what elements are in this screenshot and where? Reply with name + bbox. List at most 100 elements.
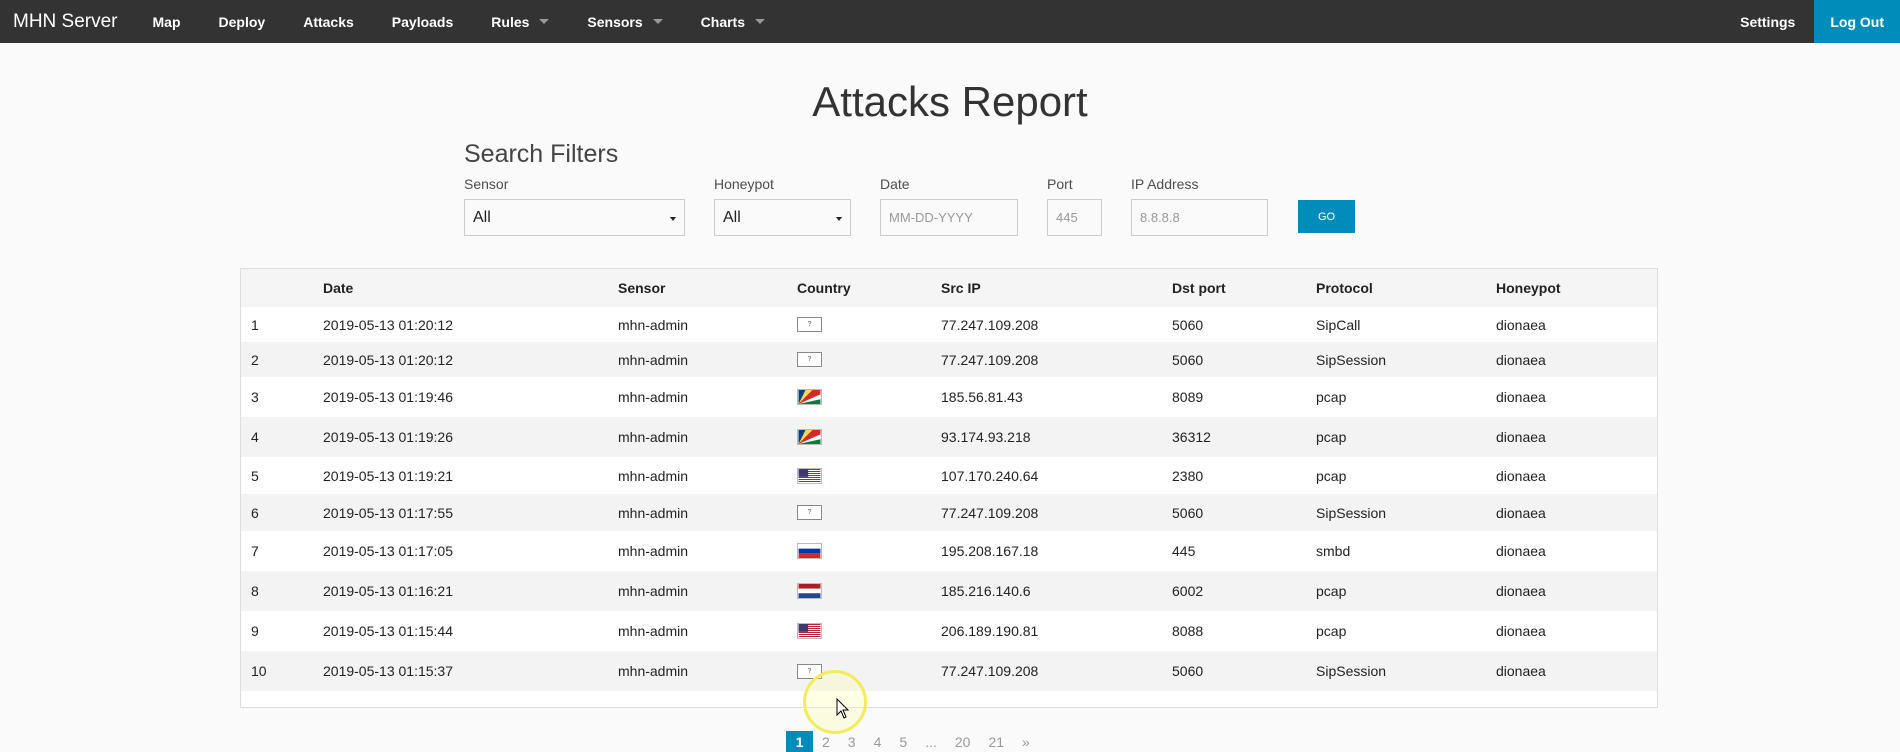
netherlands-flag-icon [797,583,822,599]
cell-country [797,417,822,457]
table-row[interactable]: 6 2019-05-13 01:17:55 mhn-admin? 77.247.109… [241,494,1657,531]
cell-row-number: 2 [251,351,259,368]
cursor-highlight [803,670,867,734]
cell-src-ip[interactable]: 77.247.109.208 [941,307,1038,342]
cell-src-ip[interactable]: 185.216.140.6 [941,571,1031,611]
cell-country [797,457,822,494]
cell-sensor: mhn-admin [618,623,689,639]
cell-honeypot: dionaea [1496,389,1546,405]
logout-button[interactable]: Log Out [1814,0,1900,43]
cell-src-ip[interactable]: 77.247.109.208 [941,651,1038,691]
table-row[interactable]: 3 2019-05-13 01:19:46 mhn-admin 185.56.81.4… [241,377,1657,417]
header-src-ip[interactable]: Src IP [941,269,981,307]
cell-dst-port: 36312 [1172,429,1211,445]
cell-protocol: SipCall [1316,316,1361,333]
page-button-4[interactable]: 4 [865,731,891,752]
page-button-3[interactable]: 3 [839,731,865,752]
ip-input[interactable]: 8.8.8.8 [1131,199,1268,236]
brand-logo[interactable]: MHN Server [0,0,134,43]
cell-date: 2019-05-13 01:15:44 [323,623,453,639]
cell-sensor: mhn-admin [618,663,689,679]
go-button[interactable]: GO [1298,200,1355,233]
table-row[interactable]: 2 2019-05-13 01:20:12 mhn-admin? 77.247.109… [241,342,1657,377]
cell-src-ip[interactable]: 195.208.167.18 [941,531,1038,571]
cell-sensor: mhn-admin [618,316,689,333]
cell-row-number: 3 [251,389,259,405]
page-button-21[interactable]: 21 [979,731,1013,752]
cell-country [797,531,822,571]
cell-date: 2019-05-13 01:19:46 [323,389,453,405]
sensor-label: Sensor [464,176,509,192]
header-sensor[interactable]: Sensor [618,269,665,307]
page-button-20[interactable]: 20 [946,731,980,752]
cell-honeypot: dionaea [1496,316,1546,333]
table-row[interactable]: 10 2019-05-13 01:15:37 mhn-admin? 77.247.10… [241,651,1657,691]
sensor-field: Sensor All [464,176,685,236]
cell-date: 2019-05-13 01:17:55 [323,504,453,521]
cell-protocol: smbd [1316,543,1351,559]
table-row[interactable]: 7 2019-05-13 01:17:05 mhn-admin 195.208.167… [241,531,1657,571]
cell-country: ? [797,494,822,531]
port-label: Port [1047,176,1073,192]
nav-item-map[interactable]: Map [134,0,200,43]
cell-src-ip[interactable]: 77.247.109.208 [941,342,1038,377]
chevron-down-icon [670,217,676,221]
cell-honeypot: dionaea [1496,583,1546,599]
cell-dst-port: 6002 [1172,583,1204,599]
ip-label: IP Address [1131,176,1199,192]
sensor-select[interactable]: All [464,199,685,236]
nav-item-sensors[interactable]: Sensors [568,0,681,43]
cell-dst-port: 5060 [1172,316,1204,333]
cell-date: 2019-05-13 01:20:12 [323,316,453,333]
nav-item-deploy[interactable]: Deploy [200,0,285,43]
cell-date: 2019-05-13 01:20:12 [323,351,453,368]
nav-item-rules[interactable]: Rules [472,0,568,43]
table-row[interactable]: 1 2019-05-13 01:20:12 mhn-admin? 77.247.109… [241,307,1657,342]
cell-row-number: 5 [251,467,259,484]
next-page-button[interactable]: » [1013,731,1039,752]
russia-flag-icon [797,543,822,559]
table-row[interactable]: 4 2019-05-13 01:19:26 mhn-admin 93.174.93.2… [241,417,1657,457]
unknown-flag-icon: ? [797,317,822,332]
nav-item-payloads[interactable]: Payloads [373,0,472,43]
date-input[interactable]: MM-DD-YYYY [880,199,1018,236]
cell-src-ip[interactable]: 107.170.240.64 [941,457,1038,494]
nav-item-label: Map [152,13,181,30]
settings-link[interactable]: Settings [1721,0,1814,43]
cell-sensor: mhn-admin [618,429,689,445]
unknown-flag-icon: ? [797,352,822,367]
nav-item-attacks[interactable]: Attacks [284,0,373,43]
table-row[interactable]: 8 2019-05-13 01:16:21 mhn-admin 185.216.140… [241,571,1657,611]
table-row[interactable]: 9 2019-05-13 01:15:44 mhn-admin 206.189.190… [241,611,1657,651]
honeypot-label: Honeypot [714,176,774,192]
cell-src-ip[interactable]: 206.189.190.81 [941,611,1038,651]
nav-menu: Map Deploy Attacks Payloads Rules Sensors Char… [134,0,785,43]
cell-honeypot: dionaea [1496,623,1546,639]
page-button-2[interactable]: 2 [813,731,839,752]
cell-protocol: pcap [1316,583,1347,599]
cell-src-ip[interactable]: 77.247.109.208 [941,494,1038,531]
cell-src-ip[interactable]: 93.174.93.218 [941,417,1031,457]
page-button-1[interactable]: 1 [786,731,813,752]
cell-row-number: 9 [251,623,259,639]
cell-country [797,611,822,651]
header-honeypot[interactable]: Honeypot [1496,269,1561,307]
cell-country: ? [797,342,822,377]
honeypot-select[interactable]: All [714,199,851,236]
header-protocol[interactable]: Protocol [1316,269,1373,307]
cell-sensor: mhn-admin [618,543,689,559]
cell-row-number: 4 [251,429,259,445]
header-country[interactable]: Country [797,269,851,307]
cell-protocol: pcap [1316,389,1347,405]
table-row[interactable]: 5 2019-05-13 01:19:21 mhn-admin 107.170.240… [241,457,1657,494]
header-date[interactable]: Date [323,269,353,307]
cell-src-ip[interactable]: 185.56.81.43 [941,377,1023,417]
mouse-pointer-icon [836,698,850,719]
cell-dst-port: 8089 [1172,389,1204,405]
header-dst-port[interactable]: Dst port [1172,269,1226,307]
port-input[interactable]: 445 [1047,199,1102,236]
filters-title: Search Filters [464,140,619,168]
page-button-5[interactable]: 5 [890,731,916,752]
table-header: Date Sensor Country Src IP Dst port Protocol H… [241,269,1657,307]
nav-item-charts[interactable]: Charts [682,0,784,43]
